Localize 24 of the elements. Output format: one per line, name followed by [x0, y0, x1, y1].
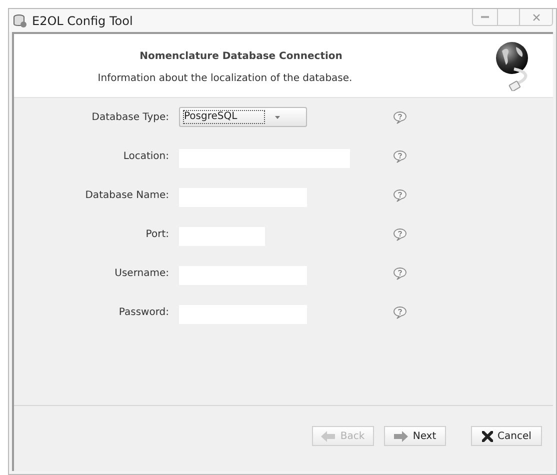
database-type-dropdown[interactable]: PosgreSQL: [179, 107, 307, 127]
field-label: Location:: [122, 150, 169, 164]
window-title: E2OL Config Tool: [32, 12, 133, 30]
help-bubble-icon[interactable]: [393, 306, 407, 318]
help-bubble-icon[interactable]: [393, 228, 407, 240]
field-label: Username:: [114, 266, 169, 280]
close-icon: [532, 14, 540, 20]
help-bubble-icon[interactable]: [393, 188, 407, 202]
database-gear-icon: [13, 14, 27, 28]
header-title: Nomenclature Database Connection: [140, 50, 342, 64]
help-bubble-icon[interactable]: [393, 266, 407, 280]
caret-icon: [275, 116, 280, 118]
close-icon: [482, 430, 493, 442]
help-bubble-icon[interactable]: [393, 150, 407, 162]
help-bubble-icon[interactable]: [393, 110, 407, 124]
right-arrow-icon: [394, 430, 408, 442]
next-button[interactable]: Next: [384, 426, 446, 446]
left-arrow-icon: [321, 430, 336, 442]
field-label: Port:: [144, 228, 169, 242]
field-label: Database Name:: [84, 188, 169, 202]
field-label: Database Type:: [90, 110, 169, 124]
cancel-button[interactable]: Cancel: [471, 426, 542, 446]
header-subtitle: Information about the localization of the database.: [98, 72, 352, 86]
field-label: Password:: [118, 306, 169, 320]
